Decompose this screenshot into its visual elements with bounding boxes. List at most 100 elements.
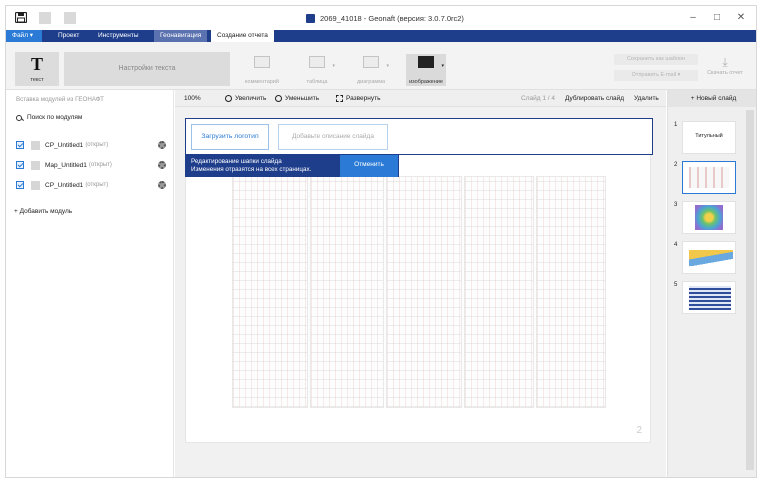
expand-icon <box>336 95 343 102</box>
text-tool-button[interactable]: T текст <box>15 52 59 86</box>
window-title-text: 2069_41018 - Geonaft (версия: 3.0.7.0rc2… <box>320 14 464 23</box>
maximize-icon[interactable]: □ <box>710 12 724 24</box>
slides-scrollbar[interactable] <box>746 110 754 470</box>
duplicate-slide-button[interactable]: Дублировать слайд <box>565 95 624 102</box>
download-report-label: Скачать отчет <box>707 70 743 76</box>
save-icon[interactable] <box>15 12 27 23</box>
text-settings-button[interactable]: Настройки текста <box>64 52 230 86</box>
modules-panel: Вставка модулей из ГЕОНАФТ Поиск по моду… <box>6 90 174 477</box>
new-slide-button[interactable]: + Новый слайд <box>668 90 756 107</box>
image-tool-button[interactable]: изображение ▾ <box>406 54 446 86</box>
delete-slide-button[interactable]: Удалить <box>634 95 659 102</box>
image-tool-label: изображение <box>409 79 443 85</box>
expand-button[interactable]: Развернуть <box>336 95 380 102</box>
send-email-label: Отправить E-mail <box>631 72 677 78</box>
slide-header[interactable]: Загрузить логотип Добавьте описание слай… <box>185 118 653 155</box>
modules-caption: Вставка модулей из ГЕОНАФТ <box>16 96 104 103</box>
gear-icon[interactable] <box>158 141 166 149</box>
cancel-button[interactable]: Отменить <box>340 155 398 177</box>
module-checkbox[interactable] <box>16 181 24 189</box>
header-edit-banner: Редактирование шапки слайда Изменения от… <box>185 155 399 177</box>
module-item[interactable]: CP_Untitled1 (открыт) <box>16 179 166 191</box>
gear-icon[interactable] <box>158 181 166 189</box>
menu-bar: Файл ▾ Проект Инструменты Геонавигация С… <box>6 30 756 42</box>
zoom-out-button[interactable]: Уменьшить <box>275 95 319 102</box>
module-name: CP_Untitled1 <box>45 141 84 149</box>
chart-tool-label: диаграмма <box>356 79 386 85</box>
zoom-in-label: Увеличить <box>235 95 267 102</box>
module-state: (открыт) <box>85 142 109 148</box>
slides-panel: + Новый слайд 1 Титульный 2 3 4 5 <box>667 90 756 477</box>
comment-tool-label: комментарий <box>245 79 279 85</box>
slide-counter: Слайд 1 / 4 <box>521 95 555 102</box>
module-item[interactable]: Map_Untitled1 (открыт) <box>16 159 166 171</box>
module-item[interactable]: CP_Untitled1 (открыт) <box>16 139 166 151</box>
slide-page-number: 2 <box>636 425 642 436</box>
chevron-down-icon: ▾ <box>27 32 34 39</box>
menu-project[interactable]: Проект <box>52 30 85 42</box>
app-icon <box>306 14 315 23</box>
thumb-preview <box>689 167 729 188</box>
ribbon: T текст Настройки текста комментарий таб… <box>6 42 756 90</box>
module-name: CP_Untitled1 <box>45 181 84 189</box>
banner-note: Изменения отразятся на всех страницах. <box>191 166 312 173</box>
log-track <box>386 176 462 408</box>
menu-geonavigation[interactable]: Геонавигация <box>154 30 208 42</box>
expand-label: Развернуть <box>346 95 381 102</box>
comment-tool-button[interactable]: комментарий <box>242 54 282 86</box>
module-search-label: Поиск по модулям <box>27 114 83 121</box>
slide-thumbnail[interactable] <box>682 161 736 194</box>
module-search[interactable]: Поиск по модулям <box>16 114 82 121</box>
chevron-down-icon: ▾ <box>332 63 335 69</box>
zoom-in-icon <box>225 95 232 102</box>
close-icon[interactable]: ✕ <box>734 12 748 24</box>
redo-icon[interactable] <box>64 12 76 24</box>
thumb-preview <box>695 205 723 230</box>
gear-icon[interactable] <box>158 161 166 169</box>
module-thumbnail <box>31 160 40 170</box>
well-log-image <box>232 176 606 408</box>
slide-thumbnail[interactable] <box>682 281 736 314</box>
slide-thumbnail[interactable]: Титульный <box>682 121 736 154</box>
table-tool-button[interactable]: таблица ▾ <box>297 54 337 86</box>
module-state: (открыт) <box>85 182 109 188</box>
menu-file-label: Файл <box>12 32 28 39</box>
thumb-number: 4 <box>674 242 678 248</box>
log-track <box>464 176 534 408</box>
table-tool-label: таблица <box>306 79 328 85</box>
title-bar: 2069_41018 - Geonaft (версия: 3.0.7.0rc2… <box>6 6 756 30</box>
search-icon <box>16 114 22 121</box>
slide-description-field[interactable]: Добавьте описание слайда <box>278 124 388 150</box>
menu-report-creation[interactable]: Создание отчета <box>211 30 274 42</box>
slide-thumbnail[interactable] <box>682 241 736 274</box>
zoom-in-button[interactable]: Увеличить <box>225 95 266 102</box>
download-icon: ⤓ <box>722 55 728 69</box>
window-title: 2069_41018 - Geonaft (версия: 3.0.7.0rc2… <box>306 14 464 23</box>
save-template-button[interactable]: Сохранить как шаблон <box>614 54 698 65</box>
module-checkbox[interactable] <box>16 161 24 169</box>
thumb-number: 2 <box>674 162 678 168</box>
add-module-button[interactable]: + Добавить модуль <box>14 208 72 215</box>
chart-icon <box>363 56 379 68</box>
module-thumbnail <box>31 140 40 150</box>
download-report-button[interactable]: ⤓ Скачать отчет <box>702 54 748 84</box>
thumb-title: Титульный <box>695 133 723 139</box>
text-tool-label: текст <box>30 77 44 83</box>
zoom-out-label: Уменьшить <box>285 95 320 102</box>
app-window: 2069_41018 - Geonaft (версия: 3.0.7.0rc2… <box>5 5 757 478</box>
zoom-level: 100% <box>184 95 201 102</box>
thumb-number: 5 <box>674 282 678 288</box>
module-name: Map_Untitled1 <box>45 161 87 169</box>
undo-icon[interactable] <box>39 12 51 24</box>
minimize-icon[interactable]: – <box>686 12 700 24</box>
module-checkbox[interactable] <box>16 141 24 149</box>
chart-tool-button[interactable]: диаграмма ▾ <box>351 54 391 86</box>
module-state: (открыт) <box>88 162 112 168</box>
send-email-button[interactable]: Отправить E-mail ▾ <box>614 70 698 81</box>
menu-file[interactable]: Файл ▾ <box>6 30 42 42</box>
menu-tools[interactable]: Инструменты <box>92 30 145 42</box>
table-icon <box>309 56 325 68</box>
log-track <box>536 176 606 408</box>
upload-logo-button[interactable]: Загрузить логотип <box>191 124 269 150</box>
slide-thumbnail[interactable] <box>682 201 736 234</box>
